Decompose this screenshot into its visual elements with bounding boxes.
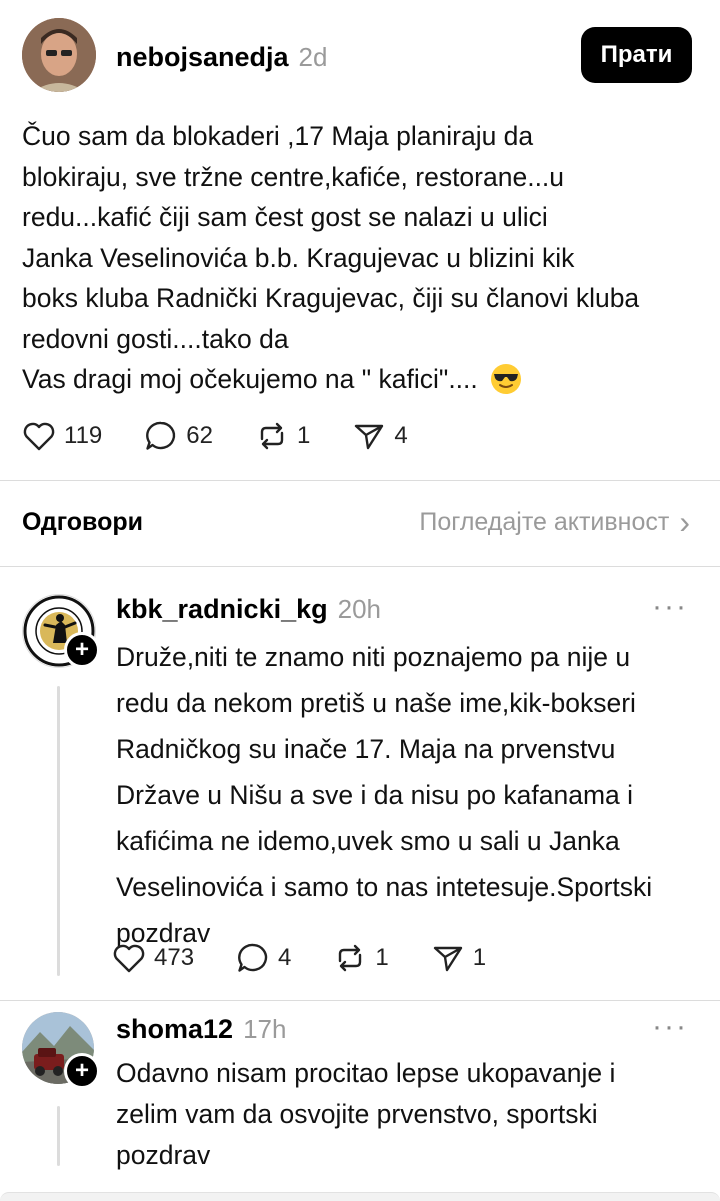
thread-line — [57, 686, 60, 976]
reply-timestamp: 20h — [337, 594, 382, 624]
post-line: boks kluba Radnički Kragujevac, čiji su … — [22, 283, 640, 313]
avatar-photo — [22, 18, 96, 92]
reply-username[interactable]: shoma12 — [116, 1014, 233, 1045]
follow-plus-icon[interactable]: + — [64, 632, 100, 668]
more-options-icon[interactable]: ··· — [652, 1010, 688, 1044]
like-button[interactable]: 119 — [22, 420, 102, 452]
heart-icon — [23, 422, 55, 451]
repost-button[interactable]: 1 — [255, 420, 310, 452]
post-timestamp: 2d — [298, 42, 328, 72]
thread-line — [57, 1106, 60, 1166]
share-count: 1 — [472, 944, 487, 971]
repost-count: 1 — [375, 944, 389, 971]
send-icon — [433, 946, 462, 972]
reply-line: Veselinovića i samo to nas intetesuje.Sp… — [116, 872, 653, 902]
sunglasses-emoji-icon — [490, 363, 522, 395]
reply-line: kafićima ne idemo,uvek smo u sali u Jank… — [116, 826, 620, 856]
repost-count: 1 — [296, 422, 311, 449]
reply-line: Druže,niti te znamo niti poznajemo pa ni… — [116, 642, 631, 672]
comment-count: 4 — [278, 944, 292, 971]
reply-line: redu da nekom pretiš u naše ime,kik-boks… — [116, 688, 636, 718]
reply-line: Odavno nisam procitao lepse ukopavanje i — [116, 1058, 616, 1088]
like-count: 119 — [64, 422, 103, 449]
post-username[interactable]: nebojsanedja — [116, 42, 289, 73]
post-line: blokiraju, sve tržne centre,kafiće, rest… — [22, 161, 565, 192]
post-line: Janka Veselinovića b.b. Kragujevac u bli… — [22, 242, 575, 273]
divider — [0, 566, 720, 567]
comment-button[interactable]: 4 — [236, 942, 291, 974]
send-icon — [355, 424, 384, 450]
repost-button[interactable]: 1 — [333, 942, 389, 974]
reply-body: Druže,niti te znamo niti poznajemo pa ni… — [116, 634, 706, 956]
post-body: Čuo sam da blokaderi ,17 Maja planiraju … — [22, 116, 702, 400]
replies-title[interactable]: Одговори — [22, 508, 143, 537]
reply-timestamp: 17h — [243, 1014, 287, 1044]
reply-line: zelim vam da osvojite prvenstvo, sportsk… — [116, 1099, 598, 1129]
share-button[interactable]: 4 — [352, 420, 408, 452]
more-options-icon[interactable]: ··· — [652, 590, 688, 624]
like-count: 473 — [154, 944, 195, 971]
reply-line: Države u Nišu a sve i da nisu po kafanam… — [116, 780, 634, 810]
repost-icon — [260, 422, 284, 450]
like-button[interactable]: 473 — [112, 942, 194, 974]
post-line: redu...kafić čiji sam čest gost se nalaz… — [22, 202, 548, 232]
reply-line: pozdrav — [116, 1140, 211, 1170]
reply-actions: 473 4 1 1 — [112, 942, 528, 974]
divider — [0, 480, 720, 481]
reply-line: Radničkog su inače 17. Maja na prvenstvu — [116, 734, 616, 764]
comment-button[interactable]: 62 — [144, 420, 213, 452]
comment-count: 62 — [186, 422, 213, 449]
post-line: Vas dragi moj očekujemo na " kafici".... — [22, 364, 478, 394]
repost-icon — [339, 944, 362, 972]
reply-username[interactable]: kbk_radnicki_kg — [116, 594, 328, 625]
follow-button[interactable]: Прати — [581, 27, 692, 83]
chevron-right-icon: › — [679, 504, 690, 540]
speech-bubble-icon — [238, 943, 268, 972]
reply-body: Odavno nisam procitao lepse ukopavanje i… — [116, 1053, 706, 1176]
share-button[interactable]: 1 — [431, 942, 486, 974]
divider — [0, 1000, 720, 1001]
share-count: 4 — [394, 422, 408, 449]
post-line: Čuo sam da blokaderi ,17 Maja planiraju … — [22, 121, 534, 151]
post-line-last: Vas dragi moj očekujemo na " kafici".... — [22, 359, 702, 400]
speech-bubble-icon — [146, 421, 176, 450]
post-actions: 119 62 1 4 — [22, 420, 450, 452]
post-line: redovni gosti....tako da — [22, 323, 289, 354]
heart-icon — [113, 944, 145, 973]
view-activity-label: Погледајте активност — [419, 508, 670, 536]
follow-plus-icon[interactable]: + — [64, 1053, 100, 1089]
avatar[interactable] — [22, 18, 96, 92]
view-activity-link[interactable]: Погледајте активност › — [419, 504, 690, 540]
